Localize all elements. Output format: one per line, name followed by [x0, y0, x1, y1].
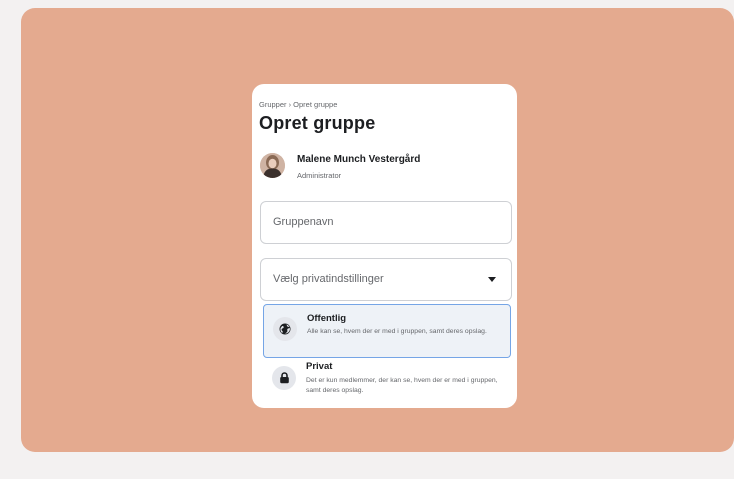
privacy-option-title: Offentlig	[307, 313, 347, 324]
page-title: Opret gruppe	[259, 113, 376, 133]
privacy-option-description: Alle kan se, hvem der er med i gruppen, …	[307, 328, 487, 335]
avatar	[260, 153, 285, 178]
privacy-select-placeholder: Vælg privatindstillinger	[273, 273, 384, 285]
group-name-placeholder: Gruppenavn	[273, 216, 334, 228]
privacy-option-public[interactable]: Offentlig Alle kan se, hvem der er med i…	[263, 304, 511, 358]
privacy-option-private[interactable]: Privat Det er kun medlemmer, der kan se,…	[263, 358, 511, 408]
privacy-select[interactable]: Vælg privatindstillinger	[260, 258, 512, 301]
privacy-option-title: Privat	[306, 361, 333, 372]
privacy-option-description: Det er kun medlemmer, der kan se, hvem d…	[306, 377, 498, 394]
breadcrumb[interactable]: Grupper › Opret gruppe	[259, 100, 337, 109]
group-name-field[interactable]: Gruppenavn	[260, 201, 512, 244]
lock-icon	[272, 366, 296, 390]
user-role: Administrator	[297, 171, 342, 180]
caret-down-icon	[488, 277, 496, 282]
globe-icon	[273, 317, 297, 341]
create-group-card: Grupper › Opret gruppe Opret gruppe Male…	[252, 84, 517, 408]
user-name: Malene Munch Vestergård	[297, 154, 421, 165]
